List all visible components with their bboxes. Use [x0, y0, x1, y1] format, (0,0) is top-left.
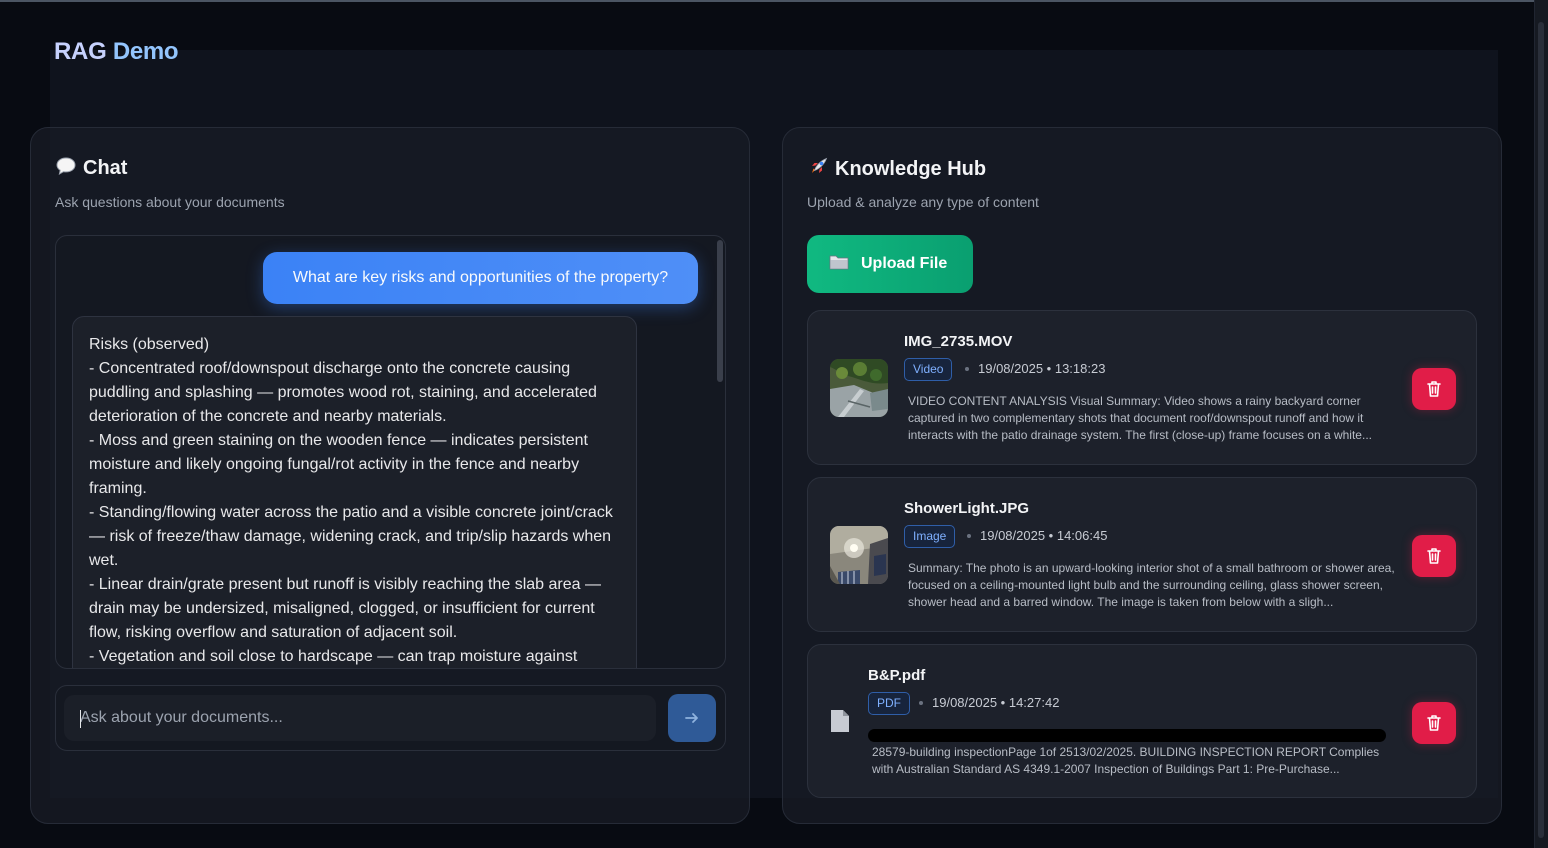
speech-bubble-icon	[55, 156, 77, 181]
file-date: 19/08/2025 • 14:27:42	[932, 695, 1060, 710]
chat-input[interactable]	[64, 695, 656, 741]
app-title-part2: Demo	[112, 38, 179, 65]
chat-input-row	[55, 685, 726, 751]
trash-icon	[1427, 548, 1441, 564]
hub-subtitle: Upload & analyze any type of content	[807, 194, 1039, 210]
chat-messages[interactable]: What are key risks and opportunities of …	[55, 235, 726, 669]
assistant-message: Risks (observed) - Concentrated roof/dow…	[72, 316, 637, 668]
chat-scrollbar-thumb[interactable]	[717, 240, 723, 382]
assistant-line: - Moss and green staining on the wooden …	[89, 432, 588, 497]
trash-icon	[1427, 715, 1441, 731]
separator-dot	[965, 367, 969, 371]
assistant-line: - Vegetation and soil close to hardscape…	[89, 648, 578, 665]
file-type-badge: Video	[904, 358, 953, 381]
chat-title-row: Chat	[55, 156, 127, 181]
upload-file-button[interactable]: Upload File	[807, 235, 973, 293]
delete-file-button[interactable]	[1412, 702, 1456, 744]
file-card[interactable]: IMG_2735.MOV Video 19/08/2025 • 13:18:23…	[807, 310, 1477, 465]
assistant-line: - Linear drain/grate present but runoff …	[89, 576, 601, 641]
file-type-badge: PDF	[868, 692, 910, 715]
file-card[interactable]: ShowerLight.JPG Image 19/08/2025 • 14:06…	[807, 477, 1477, 632]
delete-file-button[interactable]	[1412, 368, 1456, 410]
delete-file-button[interactable]	[1412, 535, 1456, 577]
separator-dot	[919, 701, 923, 705]
file-date: 19/08/2025 • 14:06:45	[980, 528, 1108, 543]
app-title: RAG Demo	[54, 38, 179, 66]
chat-panel: Chat Ask questions about your documents …	[30, 127, 750, 824]
separator-dot	[967, 534, 971, 538]
image-thumbnail[interactable]	[830, 526, 888, 584]
chat-title: Chat	[83, 157, 128, 179]
app-title-part1: RAG	[54, 38, 107, 65]
user-message: What are key risks and opportunities of …	[263, 252, 698, 304]
document-icon	[830, 709, 850, 738]
trash-icon	[1427, 381, 1441, 397]
knowledge-hub-panel: Knowledge Hub Upload & analyze any type …	[782, 127, 1502, 824]
page-scrollbar[interactable]	[1534, 0, 1548, 848]
assistant-line: - Concentrated roof/downspout discharge …	[89, 360, 597, 425]
chat-subtitle: Ask questions about your documents	[55, 194, 285, 210]
window-top-border	[0, 0, 1548, 2]
file-description: Summary: The photo is an upward-looking …	[908, 561, 1395, 609]
hub-title-row: Knowledge Hub	[807, 156, 986, 183]
assistant-line: - Standing/flowing water across the pati…	[89, 504, 613, 569]
rocket-icon	[807, 156, 829, 183]
assistant-line: Risks (observed)	[89, 336, 210, 353]
hub-title: Knowledge Hub	[835, 158, 987, 180]
text-caret	[80, 710, 81, 728]
folder-icon	[829, 253, 849, 276]
file-description: 28579-building inspectionPage 1of 2513/0…	[872, 745, 1380, 776]
chat-scrollbar[interactable]	[717, 238, 723, 668]
page-scrollbar-thumb[interactable]	[1538, 22, 1544, 838]
file-card[interactable]: B&P.pdf PDF 19/08/2025 • 14:27:42 28579-…	[807, 644, 1477, 798]
upload-file-label: Upload File	[861, 255, 948, 272]
send-button[interactable]	[668, 694, 716, 742]
file-description: VIDEO CONTENT ANALYSIS Visual Summary: V…	[908, 394, 1372, 442]
file-name: IMG_2735.MOV	[904, 333, 1013, 350]
file-type-badge: Image	[904, 525, 956, 548]
redaction-mark	[868, 729, 1386, 742]
file-date: 19/08/2025 • 13:18:23	[978, 361, 1106, 376]
arrow-right-icon	[685, 713, 698, 723]
file-name: ShowerLight.JPG	[904, 500, 1030, 517]
video-thumbnail[interactable]	[830, 359, 888, 417]
file-name: B&P.pdf	[868, 667, 926, 684]
